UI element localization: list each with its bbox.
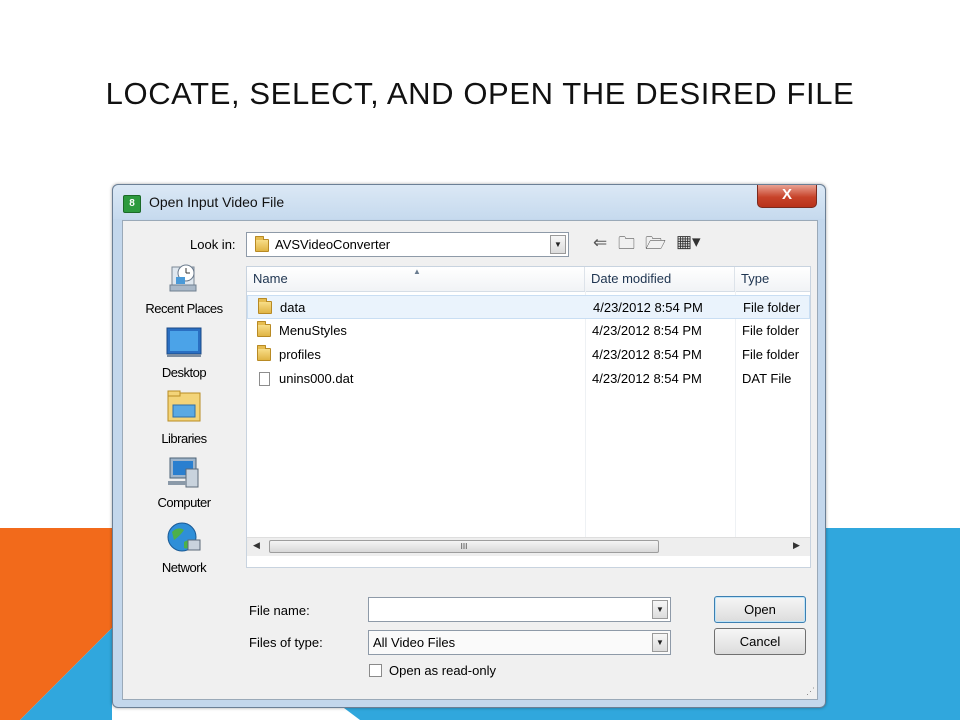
file-icon xyxy=(259,372,270,386)
scroll-right-icon[interactable]: ▶ xyxy=(793,540,800,551)
place-label: Network xyxy=(161,560,207,575)
sort-ascending-icon: ▲ xyxy=(413,267,421,276)
file-date: 4/23/2012 8:54 PM xyxy=(592,371,702,386)
place-network[interactable]: Network xyxy=(123,520,245,575)
file-list-header: Name ▲ Date modified Type xyxy=(247,267,810,292)
computer-icon xyxy=(168,457,199,488)
file-date: 4/23/2012 8:54 PM xyxy=(593,300,703,315)
files-of-type-value: All Video Files xyxy=(373,635,456,650)
file-type: File folder xyxy=(742,347,800,362)
open-button[interactable]: Open xyxy=(714,596,806,623)
folder-icon xyxy=(258,298,272,314)
scroll-left-icon[interactable]: ◀ xyxy=(253,540,260,551)
file-name-label: File name: xyxy=(249,603,310,618)
up-folder-icon[interactable]: 🗀 xyxy=(618,231,635,260)
column-header-type[interactable]: Type xyxy=(735,267,810,291)
place-libraries[interactable]: Libraries xyxy=(123,389,245,446)
app-icon: 8 xyxy=(123,195,141,213)
read-only-label: Open as read-only xyxy=(389,663,496,678)
file-name-input[interactable]: ▼ xyxy=(368,597,671,622)
look-in-value: AVSVideoConverter xyxy=(275,237,391,252)
chevron-down-icon[interactable]: ▼ xyxy=(652,633,668,652)
read-only-checkbox[interactable] xyxy=(369,664,382,677)
recent-places-icon xyxy=(169,264,197,292)
libraries-icon xyxy=(167,390,201,422)
folder-icon xyxy=(255,236,269,252)
scroll-thumb[interactable]: III xyxy=(269,540,659,553)
blue-band-shape xyxy=(824,528,960,720)
chevron-down-icon[interactable]: ▼ xyxy=(550,235,566,254)
files-of-type-dropdown[interactable]: All Video Files ▼ xyxy=(368,630,671,655)
views-menu-icon[interactable]: ▦▾ xyxy=(676,232,701,252)
cancel-button[interactable]: Cancel xyxy=(714,628,806,655)
look-in-dropdown[interactable]: AVSVideoConverter ▼ xyxy=(246,232,569,257)
file-name: profiles xyxy=(279,347,321,362)
file-name: unins000.dat xyxy=(279,371,354,386)
file-row[interactable]: MenuStyles 4/23/2012 8:54 PM File folder xyxy=(247,319,810,343)
place-label: Computer xyxy=(157,495,211,510)
slide-title: LOCATE, SELECT, AND OPEN THE DESIRED FIL… xyxy=(105,76,855,111)
new-folder-icon[interactable]: 🗁 xyxy=(645,231,666,260)
place-label: Recent Places xyxy=(145,301,223,316)
file-name: data xyxy=(280,300,306,315)
look-in-label: Look in: xyxy=(190,237,236,252)
file-row[interactable]: unins000.dat 4/23/2012 8:54 PM DAT File xyxy=(247,367,810,391)
dialog-title: Open Input Video File xyxy=(149,194,285,210)
file-type: File folder xyxy=(742,323,800,338)
file-date: 4/23/2012 8:54 PM xyxy=(592,347,702,362)
chevron-down-icon[interactable]: ▼ xyxy=(652,600,668,619)
back-arrow-icon[interactable]: ⇐ xyxy=(593,233,607,253)
file-date: 4/23/2012 8:54 PM xyxy=(592,323,702,338)
file-row[interactable]: data 4/23/2012 8:54 PM File folder xyxy=(247,295,810,319)
network-icon xyxy=(167,522,201,552)
file-name: MenuStyles xyxy=(279,323,347,338)
file-type: File folder xyxy=(743,300,801,315)
place-desktop[interactable]: Desktop xyxy=(123,325,245,380)
file-row[interactable]: profiles 4/23/2012 8:54 PM File folder xyxy=(247,343,810,367)
places-bar: Recent Places Desktop Libraries Computer… xyxy=(123,255,245,585)
dialog-client-area: Look in: AVSVideoConverter ▼ ⇐ 🗀 🗁 ▦▾ Re… xyxy=(122,220,818,700)
close-button[interactable]: X xyxy=(757,185,817,208)
place-computer[interactable]: Computer xyxy=(123,455,245,510)
file-type: DAT File xyxy=(742,371,792,386)
folder-icon xyxy=(257,345,271,361)
place-recent-places[interactable]: Recent Places xyxy=(123,261,245,316)
files-of-type-label: Files of type: xyxy=(249,635,323,650)
dialog-titlebar[interactable]: 8 Open Input Video File X xyxy=(113,185,825,219)
file-list: Name ▲ Date modified Type data 4/23/2012… xyxy=(246,266,811,568)
resize-grip-icon[interactable]: ⋰ xyxy=(806,686,815,697)
folder-icon xyxy=(257,321,271,337)
place-label: Desktop xyxy=(161,365,207,380)
open-file-dialog: 8 Open Input Video File X Look in: AVSVi… xyxy=(112,184,826,708)
place-label: Libraries xyxy=(161,431,207,446)
column-header-date-modified[interactable]: Date modified xyxy=(585,267,735,291)
desktop-icon xyxy=(166,327,202,357)
horizontal-scrollbar[interactable]: ◀ III ▶ xyxy=(247,537,810,556)
